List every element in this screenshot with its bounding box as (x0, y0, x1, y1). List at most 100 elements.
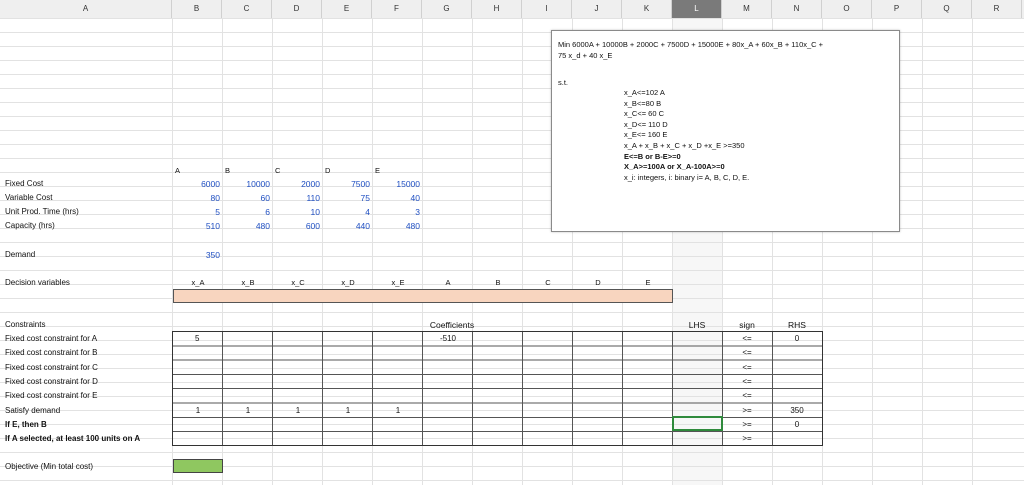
constraint-rhs[interactable] (772, 432, 822, 446)
column-header-i[interactable]: I (522, 0, 572, 18)
objective-label: Objective (Min total cost) (5, 462, 94, 471)
column-header-p[interactable]: P (872, 0, 922, 18)
model-constraint-line: x_A + x_B + x_C + x_D +x_E >=350 (624, 141, 745, 150)
decision-variable-header: x_D (341, 278, 355, 287)
model-constraint-line: X_A>=100A or X_A-100A>=0 (624, 162, 725, 172)
coefficient-cell[interactable]: 5 (173, 332, 223, 346)
objective-cell[interactable] (173, 459, 223, 473)
constraint-label: If A selected, at least 100 units on A (5, 434, 141, 444)
column-header-a[interactable]: A (0, 0, 172, 18)
subject-to: s.t. (558, 78, 569, 87)
param-value[interactable]: 80 (173, 192, 223, 205)
column-header-m[interactable]: M (722, 0, 772, 18)
column-header-o[interactable]: O (822, 0, 872, 18)
constraint-label: If E, then B (5, 419, 47, 429)
param-label: Capacity (hrs) (5, 221, 55, 230)
decision-variable-header: B (495, 278, 501, 287)
param-value[interactable]: 4 (323, 206, 373, 219)
constraint-label: Fixed cost constraint for B (5, 348, 98, 358)
param-value[interactable]: 2000 (273, 178, 323, 191)
param-value[interactable]: 480 (373, 220, 423, 233)
model-constraint-line: x_i: integers, i: binary i= A, B, C, D, … (624, 172, 750, 182)
constraint-rhs[interactable] (772, 361, 822, 375)
objective-line-1: Min 6000A + 10000B + 2000C + 7500D + 150… (558, 40, 824, 49)
column-header-l[interactable]: L (672, 0, 722, 18)
column-header-row: ABCDEFGHIJKLMNOPQR (0, 0, 1024, 19)
param-value[interactable]: 440 (323, 220, 373, 233)
param-value[interactable]: 40 (373, 192, 423, 205)
product-letter-e: E (375, 166, 381, 175)
model-constraint-line: x_E<= 160 E (624, 130, 668, 140)
constraint-rhs[interactable]: 350 (772, 404, 822, 418)
constraint-rhs[interactable]: 0 (772, 332, 822, 346)
param-label: Variable Cost (5, 193, 53, 202)
product-letter-a: A (175, 166, 181, 175)
param-value[interactable]: 7500 (323, 178, 373, 191)
model-text-box[interactable]: Min 6000A + 10000B + 2000C + 7500D + 150… (551, 30, 900, 232)
coefficient-cell[interactable]: 1 (173, 404, 223, 418)
coefficient-cell[interactable]: -510 (423, 332, 473, 346)
constraint-sign[interactable]: >= (722, 432, 772, 446)
demand-label: Demand (5, 250, 36, 259)
column-header-q[interactable]: Q (922, 0, 972, 18)
constraint-rhs[interactable] (772, 375, 822, 389)
model-constraint-line: x_A<=102 A (624, 88, 665, 97)
column-header-f[interactable]: F (372, 0, 422, 18)
column-header-g[interactable]: G (422, 0, 472, 18)
param-value[interactable]: 10 (273, 206, 323, 219)
param-value[interactable]: 480 (223, 220, 273, 233)
constraint-label: Fixed cost constraint for D (5, 376, 98, 386)
param-value[interactable]: 75 (323, 192, 373, 205)
constraint-rhs[interactable]: 0 (772, 418, 822, 432)
decision-variable-header: x_B (241, 278, 255, 287)
constraint-sign[interactable]: >= (722, 418, 772, 432)
constraint-sign[interactable]: <= (722, 389, 772, 403)
constraint-sign[interactable]: <= (722, 361, 772, 375)
constraint-sign[interactable]: <= (722, 375, 772, 389)
constraint-sign[interactable]: <= (722, 346, 772, 360)
model-constraint-line: x_C<= 60 C (624, 109, 665, 119)
selected-cell[interactable] (672, 416, 723, 431)
product-letter-b: B (225, 166, 231, 175)
spreadsheet: ABCDEFGHIJKLMNOPQR A B C D E Fixed Cost 6000 10… (0, 0, 1024, 485)
column-header-c[interactable]: C (222, 0, 272, 18)
decision-variable-header: D (595, 278, 601, 287)
param-value[interactable]: 6 (223, 206, 273, 219)
coefficient-cell[interactable]: 1 (323, 404, 373, 418)
constraint-rhs[interactable] (772, 346, 822, 360)
constraints-title: Constraints (5, 320, 46, 329)
column-header-h[interactable]: H (472, 0, 522, 18)
decision-variable-header: x_C (291, 278, 305, 287)
objective-line-2: 75 x_d + 40 x_E (558, 51, 613, 60)
column-header-d[interactable]: D (272, 0, 322, 18)
decision-variable-header: A (445, 278, 451, 287)
param-value[interactable]: 5 (173, 206, 223, 219)
constraint-rhs[interactable] (772, 389, 822, 403)
demand-value[interactable]: 350 (173, 249, 223, 262)
decision-variable-cells[interactable] (173, 289, 673, 303)
param-value[interactable]: 600 (273, 220, 323, 233)
coefficient-cell[interactable]: 1 (273, 404, 323, 418)
decision-variable-header: C (545, 278, 551, 287)
decision-variable-header: x_A (191, 278, 205, 287)
product-letter-c: C (275, 166, 281, 175)
column-header-b[interactable]: B (172, 0, 222, 18)
param-value[interactable]: 510 (173, 220, 223, 233)
constraint-sign[interactable]: <= (722, 332, 772, 346)
decision-variables-label: Decision variables (5, 278, 70, 287)
param-value[interactable]: 10000 (223, 178, 273, 191)
column-header-r[interactable]: R (972, 0, 1022, 18)
column-header-e[interactable]: E (322, 0, 372, 18)
constraint-sign[interactable]: >= (722, 404, 772, 418)
column-header-j[interactable]: J (572, 0, 622, 18)
param-value[interactable]: 15000 (373, 178, 423, 191)
column-header-n[interactable]: N (772, 0, 822, 18)
model-constraint-line: E<=B or B-E>=0 (624, 151, 681, 161)
column-header-k[interactable]: K (622, 0, 672, 18)
coefficient-cell[interactable]: 1 (223, 404, 273, 418)
param-value[interactable]: 60 (223, 192, 273, 205)
param-value[interactable]: 6000 (173, 178, 223, 191)
param-value[interactable]: 3 (373, 206, 423, 219)
param-value[interactable]: 110 (273, 192, 323, 205)
coefficient-cell[interactable]: 1 (373, 404, 423, 418)
